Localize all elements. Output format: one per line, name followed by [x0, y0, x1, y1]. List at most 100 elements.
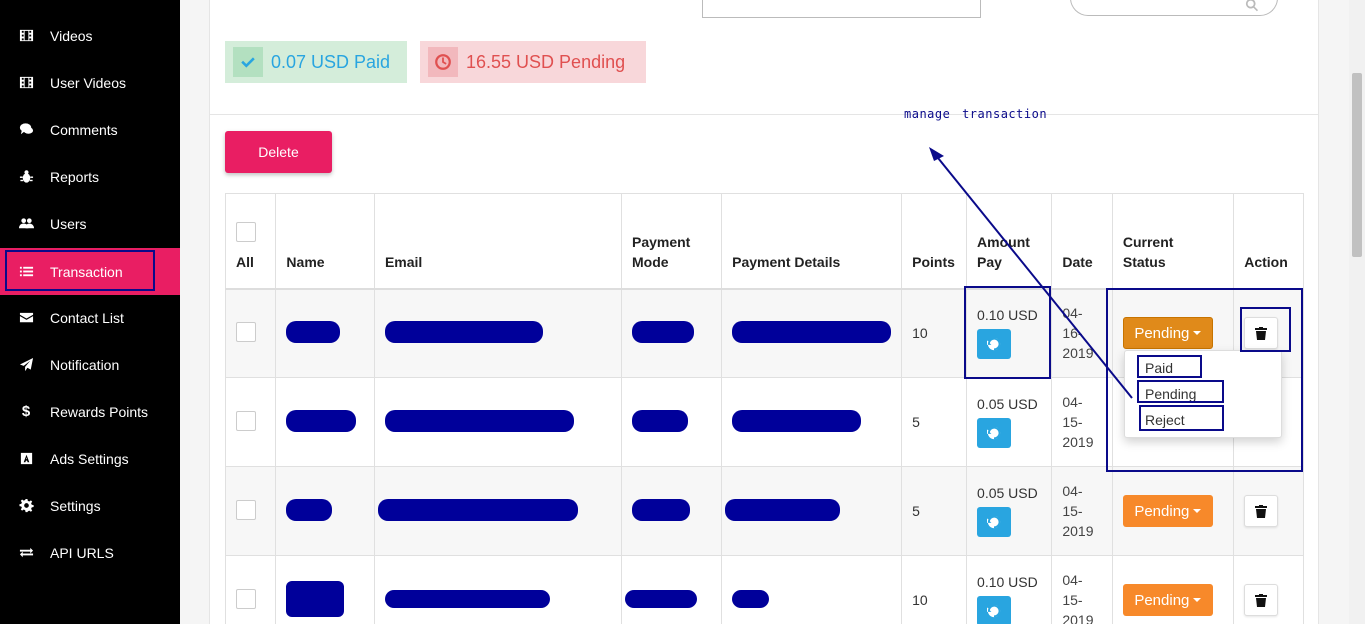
gear-icon	[18, 498, 34, 514]
sidebar-item-label: Comments	[50, 121, 118, 138]
date-cell: 04- 15- 2019	[1051, 466, 1113, 556]
redacted-email	[377, 498, 578, 521]
sidebar-item-user-videos[interactable]: User Videos	[0, 59, 180, 106]
row-checkbox[interactable]	[236, 321, 256, 342]
redacted-email	[384, 320, 543, 343]
date-cell: 04- 15- 2019	[1051, 555, 1113, 624]
select-all-checkbox[interactable]	[236, 221, 256, 242]
header-payment-details: Payment Details	[721, 193, 903, 289]
sidebar-item-label: Contact List	[50, 309, 124, 326]
sidebar-item-label: Settings	[50, 497, 101, 514]
comments-icon	[18, 122, 34, 138]
redacted-payment-mode	[631, 498, 690, 521]
history-icon	[987, 338, 1001, 351]
delete-button[interactable]: Delete	[225, 131, 332, 173]
status-dropdown-button[interactable]: Pending	[1122, 584, 1213, 616]
sidebar-item-api-urls[interactable]: API URLS	[0, 529, 180, 576]
ads-icon	[18, 451, 34, 467]
sidebar-item-ads-settings[interactable]: Ads Settings	[0, 435, 180, 482]
caret-down-icon	[1193, 509, 1202, 513]
sidebar-item-rewards-points[interactable]: $ Rewards Points	[0, 388, 180, 435]
sidebar-item-comments[interactable]: Comments	[0, 106, 180, 153]
redacted-name	[286, 409, 357, 432]
scrollbar-thumb[interactable]	[1352, 73, 1362, 257]
search-icon	[1245, 0, 1259, 12]
refresh-button[interactable]	[977, 596, 1012, 624]
refresh-button[interactable]	[977, 507, 1012, 537]
redacted-name	[286, 580, 345, 617]
points-cell: 5	[901, 466, 968, 556]
trash-icon	[1255, 593, 1268, 607]
sidebar-item-transaction[interactable]: Transaction	[0, 248, 180, 295]
search-input[interactable]	[1070, 0, 1278, 16]
paid-summary-label: 0.07 USD Paid	[271, 51, 391, 72]
redacted-email	[384, 589, 550, 608]
trash-icon	[1255, 504, 1268, 518]
sidebar-item-settings[interactable]: Settings	[0, 482, 180, 529]
sidebar-item-label: Videos	[50, 27, 93, 44]
amount-cell: 0.05 USD	[966, 466, 1053, 556]
filter-input[interactable]	[702, 0, 981, 18]
clock-icon	[428, 47, 458, 77]
sidebar-item-notification[interactable]: Notification	[0, 341, 180, 388]
status-dropdown-button[interactable]: Pending	[1122, 317, 1213, 350]
sidebar-item-reports[interactable]: Reports	[0, 153, 180, 200]
history-icon	[987, 604, 1001, 618]
status-option-paid[interactable]: Paid	[1145, 360, 1173, 376]
history-icon	[987, 426, 1001, 440]
film-icon	[18, 75, 34, 91]
sidebar-item-contact-list[interactable]: Contact List	[0, 294, 180, 341]
date-cell: 04- 16- 2019	[1051, 288, 1113, 378]
sidebar-item-label: Notification	[50, 356, 120, 373]
action-cell	[1233, 555, 1304, 624]
row-checkbox[interactable]	[236, 499, 256, 520]
date-cell: 04- 15- 2019	[1051, 377, 1113, 467]
amount-cell: 0.10 USD	[966, 555, 1053, 624]
row-checkbox[interactable]	[236, 410, 256, 431]
status-option-reject[interactable]: Reject	[1145, 412, 1185, 428]
table-row: 10 0.10 USD 04- 15- 2019 Pending	[224, 555, 1304, 624]
list-icon	[18, 264, 34, 280]
header-current-status: Current Status	[1111, 193, 1235, 289]
sidebar-item-label: Reports	[50, 168, 100, 185]
check-icon	[233, 47, 263, 77]
header-amount-pay: Amount Pay	[966, 193, 1053, 289]
delete-row-button[interactable]	[1244, 317, 1279, 350]
redacted-payment-mode	[624, 589, 697, 608]
redacted-payment-mode	[631, 320, 694, 343]
points-cell: 5	[901, 377, 968, 467]
status-dropdown-menu: Paid Pending Reject	[1124, 350, 1282, 438]
sidebar-item-label: Rewards Points	[50, 403, 149, 420]
envelope-icon	[18, 310, 34, 326]
delete-row-button[interactable]	[1244, 495, 1279, 527]
status-dropdown-button[interactable]: Pending	[1122, 495, 1213, 527]
row-checkbox[interactable]	[236, 588, 256, 609]
annotation-label: manage transaction	[904, 107, 1048, 121]
caret-down-icon	[1193, 598, 1202, 602]
refresh-button[interactable]	[977, 418, 1012, 448]
status-cell: Pending	[1111, 466, 1235, 556]
action-cell	[1233, 466, 1304, 556]
refresh-button[interactable]	[977, 329, 1012, 360]
bug-icon	[18, 169, 34, 185]
redacted-email	[384, 409, 574, 432]
section-divider	[210, 114, 1318, 115]
header-payment-mode: Payment Mode	[620, 193, 723, 289]
sidebar-item-users[interactable]: Users	[0, 200, 180, 247]
redacted-name	[286, 320, 341, 343]
redacted-payment-details	[732, 409, 862, 432]
table-row: 5 0.05 USD 04- 15- 2019 Pending	[224, 466, 1304, 556]
paid-summary-badge: 0.07 USD Paid	[225, 41, 407, 83]
paper-plane-icon	[18, 357, 34, 373]
trash-icon	[1255, 326, 1268, 340]
page-scrollbar[interactable]	[1349, 0, 1365, 624]
sidebar-item-videos[interactable]: Videos	[0, 12, 180, 59]
redacted-payment-details	[725, 498, 841, 521]
header-email: Email	[373, 193, 622, 289]
table-header-row: All Name Email Payment Mode Payment Detai…	[224, 193, 1304, 289]
header-points: Points	[901, 193, 968, 289]
header-action: Action	[1233, 193, 1304, 289]
status-option-pending[interactable]: Pending	[1145, 386, 1196, 402]
redacted-payment-mode	[631, 409, 688, 432]
delete-row-button[interactable]	[1244, 584, 1279, 616]
